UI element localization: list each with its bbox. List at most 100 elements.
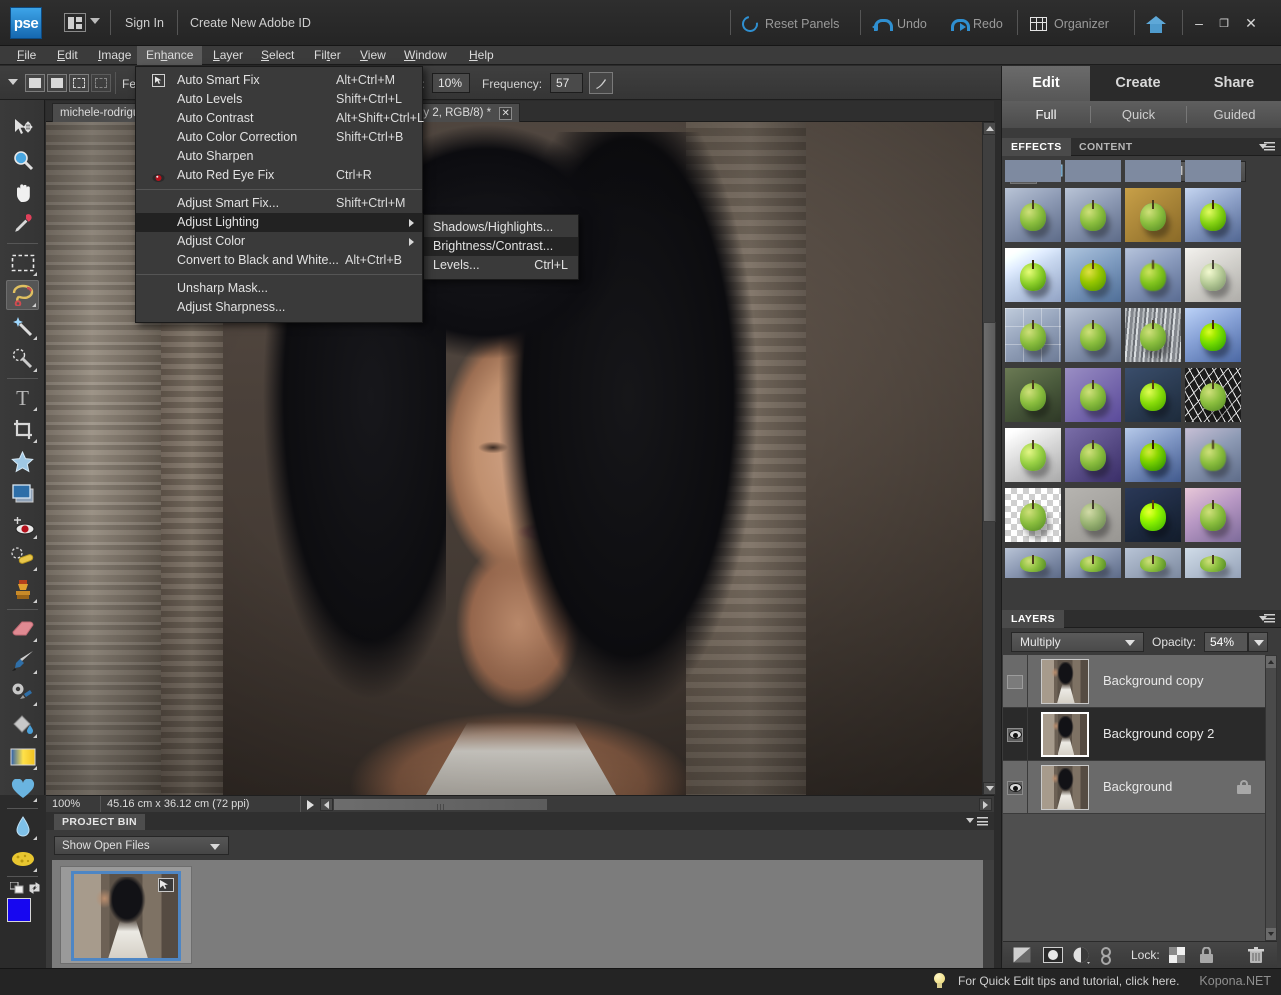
project-bin-menu-icon[interactable] (965, 816, 988, 828)
lasso-tool[interactable] (6, 280, 39, 310)
reset-panels-button[interactable]: Reset Panels (738, 12, 839, 36)
tab-share[interactable]: Share (1186, 66, 1281, 101)
undo-button[interactable]: Undo (872, 14, 927, 34)
red-eye-removal-tool[interactable] (6, 511, 39, 541)
vertical-scroll-thumb[interactable] (983, 322, 996, 522)
menu-layer[interactable]: Layer (204, 46, 252, 65)
contrast-input[interactable]: 10% (432, 73, 470, 93)
tab-guided[interactable]: Guided (1187, 101, 1281, 128)
blend-mode-select[interactable]: Multiply (1011, 632, 1144, 652)
project-bin-tab[interactable]: PROJECT BIN (54, 814, 145, 830)
layer-row-background-copy-2[interactable]: Background copy 2 (1003, 708, 1265, 761)
menu-item-auto-smart-fix[interactable]: Auto Smart Fix Alt+Ctrl+M (136, 71, 422, 90)
tab-edit[interactable]: Edit (1002, 66, 1090, 101)
layer-visibility-toggle[interactable] (1007, 780, 1023, 795)
paint-bucket-tool[interactable] (6, 710, 39, 740)
move-tool[interactable] (6, 113, 39, 143)
cookie-cutter-tool[interactable] (6, 447, 39, 477)
menu-item-adjust-lighting[interactable]: Adjust Lighting (136, 213, 422, 232)
tab-effects[interactable]: EFFECTS (1002, 138, 1071, 156)
submenu-item-levels[interactable]: Levels... Ctrl+L (424, 256, 578, 275)
menu-view[interactable]: View (351, 46, 395, 65)
options-expand-icon[interactable] (8, 79, 18, 85)
link-layers-button[interactable] (1100, 947, 1118, 965)
scroll-down-arrow[interactable] (983, 782, 996, 795)
shape-tool[interactable] (6, 774, 39, 804)
hint-text[interactable]: For Quick Edit tips and tutorial, click … (958, 974, 1179, 988)
new-adjustment-layer-button[interactable] (1043, 947, 1063, 964)
new-layer-button[interactable] (1013, 947, 1031, 964)
create-adobe-id-link[interactable]: Create New Adobe ID (190, 16, 311, 30)
redo-button[interactable]: Redo (948, 14, 1003, 34)
layer-row-background[interactable]: Background (1003, 761, 1265, 814)
home-button[interactable] (1146, 14, 1166, 34)
sponge-tool[interactable] (6, 844, 39, 874)
layer-visibility-cell[interactable] (1003, 761, 1028, 814)
menu-filter[interactable]: Filter (305, 46, 350, 65)
tab-content[interactable]: CONTENT (1070, 138, 1142, 156)
blur-tool[interactable] (6, 812, 39, 842)
menu-enhance[interactable]: Enhance (137, 46, 203, 65)
foreground-color-swatch[interactable] (7, 898, 31, 922)
tab-full[interactable]: Full (1002, 101, 1090, 128)
menu-item-adjust-color[interactable]: Adjust Color (136, 232, 422, 251)
close-button[interactable]: ✕ (1240, 13, 1262, 33)
close-tab-icon[interactable]: ✕ (499, 106, 513, 120)
clone-stamp-tool[interactable] (6, 575, 39, 605)
frequency-input[interactable]: 57 (550, 73, 583, 93)
zoom-tool[interactable] (6, 146, 39, 176)
eyedropper-tool[interactable] (6, 209, 39, 239)
status-expand-arrow[interactable] (304, 798, 317, 811)
hscroll-right-arrow[interactable] (979, 798, 992, 811)
menu-item-auto-levels[interactable]: Auto Levels Shift+Ctrl+L (136, 90, 422, 109)
menu-item-auto-sharpen[interactable]: Auto Sharpen (136, 147, 422, 166)
menu-window[interactable]: Window (395, 46, 456, 65)
menu-select[interactable]: Select (252, 46, 303, 65)
scroll-up-arrow[interactable] (983, 122, 996, 135)
maximize-button[interactable]: ❐ (1213, 13, 1235, 33)
layer-visibility-cell[interactable] (1003, 708, 1028, 761)
smart-brush-tool[interactable] (6, 678, 39, 708)
menu-file[interactable]: File (8, 46, 45, 65)
layers-scrollbar[interactable] (1265, 655, 1277, 941)
crop-tool[interactable] (6, 415, 39, 445)
enhance-menu-dropdown[interactable]: Auto Smart Fix Alt+Ctrl+M Auto Levels Sh… (135, 66, 424, 323)
layers-panel-menu-icon[interactable] (1259, 614, 1275, 624)
brush-tool[interactable] (6, 646, 39, 676)
magic-wand-tool[interactable] (6, 312, 39, 342)
rectangular-marquee-tool[interactable] (6, 248, 39, 278)
tab-quick[interactable]: Quick (1091, 101, 1186, 128)
project-bin-filter-select[interactable]: Show Open Files (54, 836, 229, 855)
hand-tool[interactable] (6, 178, 39, 208)
menu-item-auto-red-eye-fix[interactable]: Auto Red Eye Fix Ctrl+R (136, 166, 422, 185)
submenu-item-shadows-highlights[interactable]: Shadows/Highlights... (424, 218, 578, 237)
canvas-vertical-scrollbar[interactable] (982, 122, 996, 795)
layer-thumbnail[interactable] (1041, 712, 1089, 757)
healing-brush-tool[interactable] (6, 543, 39, 573)
gradient-tool[interactable] (6, 742, 39, 772)
layer-visibility-cell[interactable] (1003, 655, 1028, 708)
new-fill-layer-button[interactable] (1073, 947, 1091, 964)
layer-visibility-toggle[interactable] (1007, 727, 1023, 742)
type-tool[interactable]: T (6, 383, 39, 413)
opacity-dropdown-button[interactable] (1248, 632, 1268, 652)
menu-item-auto-color-correction[interactable]: Auto Color Correction Shift+Ctrl+B (136, 128, 422, 147)
menu-item-convert-to-black-and-white[interactable]: Convert to Black and White... Alt+Ctrl+B (136, 251, 422, 270)
layers-scroll-down-arrow[interactable] (1266, 928, 1276, 940)
menu-item-adjust-smart-fix[interactable]: Adjust Smart Fix... Shift+Ctrl+M (136, 194, 422, 213)
quick-selection-tool[interactable] (6, 344, 39, 374)
menu-image[interactable]: Image (89, 46, 140, 65)
adjust-lighting-submenu[interactable]: Shadows/Highlights... Brightness/Contras… (423, 214, 579, 280)
zoom-level[interactable]: 100% (46, 796, 101, 813)
layer-thumbnail[interactable] (1041, 765, 1089, 810)
tab-layers[interactable]: LAYERS (1002, 610, 1065, 628)
straighten-tool[interactable] (6, 479, 39, 509)
hscroll-left-arrow[interactable] (320, 798, 333, 811)
horizontal-scroll-thumb[interactable]: ||| (333, 798, 548, 812)
minimize-button[interactable]: – (1188, 13, 1210, 33)
layers-scroll-up-arrow[interactable] (1266, 656, 1276, 668)
new-selection-button[interactable] (25, 74, 45, 92)
pen-pressure-button[interactable] (589, 72, 613, 94)
organizer-button[interactable]: Organizer (1030, 14, 1109, 34)
project-bin-thumbnail[interactable] (71, 871, 181, 961)
